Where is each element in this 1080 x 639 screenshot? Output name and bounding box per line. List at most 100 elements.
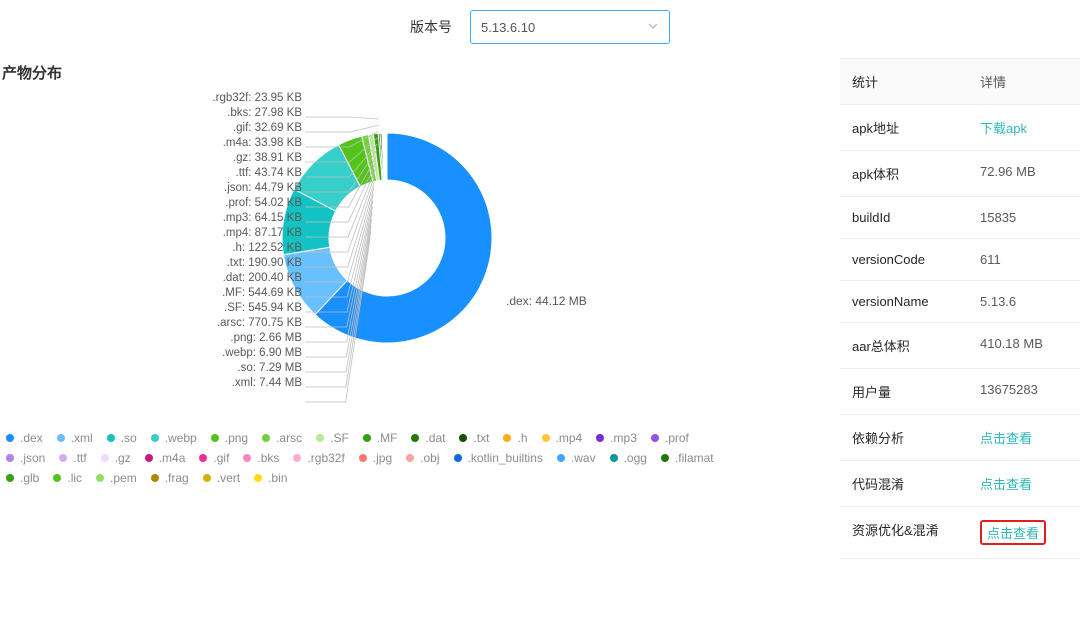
- legend-label: .bin: [268, 471, 287, 485]
- chart-slice-label: .SF: 545.94 KB: [162, 301, 302, 316]
- legend-swatch: [151, 474, 159, 482]
- chart-slice-label: .xml: 7.44 MB: [162, 376, 302, 391]
- chart-main-callout: .dex: 44.12 MB: [506, 294, 587, 308]
- donut-chart: .dex: 44.12 MB .rgb32f: 23.95 KB.bks: 27…: [2, 91, 828, 411]
- legend-item[interactable]: .ttf: [59, 451, 86, 465]
- legend-label: .json: [20, 451, 45, 465]
- stats-row-label: apk地址: [840, 105, 968, 150]
- legend-item[interactable]: .bks: [243, 451, 279, 465]
- legend-swatch: [254, 474, 262, 482]
- stats-table: 统计详情apk地址下载apkapk体积72.96 MBbuildId15835v…: [840, 58, 1080, 559]
- legend-item[interactable]: .kotlin_builtins: [454, 451, 543, 465]
- stats-row-label: apk体积: [840, 151, 968, 196]
- legend-label: .dex: [20, 431, 43, 445]
- legend-item[interactable]: .filamat: [661, 451, 714, 465]
- legend-item[interactable]: .prof: [651, 431, 689, 445]
- stats-row-label: aar总体积: [840, 323, 968, 368]
- chart-slice-label: .gif: 32.69 KB: [162, 121, 302, 136]
- stats-link[interactable]: 点击查看: [980, 477, 1032, 492]
- legend-item[interactable]: .pem: [96, 471, 137, 485]
- legend-item[interactable]: .json: [6, 451, 45, 465]
- legend-item[interactable]: .lic: [53, 471, 82, 485]
- stats-row-value: 72.96 MB: [968, 151, 1080, 196]
- stats-row-label: 代码混淆: [840, 461, 968, 506]
- legend-item[interactable]: .gif: [199, 451, 229, 465]
- legend-item[interactable]: .frag: [151, 471, 189, 485]
- chart-slice-label: .m4a: 33.98 KB: [162, 136, 302, 151]
- legend-item[interactable]: .MF: [363, 431, 398, 445]
- legend-item[interactable]: .wav: [557, 451, 596, 465]
- stats-header: 统计详情: [840, 59, 1080, 105]
- chart-slice-label: .rgb32f: 23.95 KB: [162, 91, 302, 106]
- legend-label: .lic: [67, 471, 82, 485]
- legend-item[interactable]: .vert: [203, 471, 240, 485]
- version-select-value: 5.13.6.10: [481, 20, 535, 35]
- chart-slice-label: .mp3: 64.15 KB: [162, 211, 302, 226]
- stats-row-value: 410.18 MB: [968, 323, 1080, 368]
- stats-link[interactable]: 下载apk: [980, 121, 1027, 136]
- legend-swatch: [6, 454, 14, 462]
- table-row: 资源优化&混淆点击查看: [840, 507, 1080, 559]
- chart-slice-label: .dat: 200.40 KB: [162, 271, 302, 286]
- stats-link[interactable]: 点击查看: [980, 520, 1046, 545]
- legend-item[interactable]: .jpg: [359, 451, 392, 465]
- legend-label: .rgb32f: [307, 451, 344, 465]
- legend-item[interactable]: .arsc: [262, 431, 302, 445]
- table-row: apk地址下载apk: [840, 105, 1080, 151]
- legend-label: .glb: [20, 471, 39, 485]
- legend-label: .SF: [330, 431, 349, 445]
- legend: .dex .xml .so .webp .png .arsc .SF .MF .dat .txt.…: [2, 411, 742, 485]
- legend-label: .wav: [571, 451, 596, 465]
- chart-slice-label: .webp: 6.90 MB: [162, 346, 302, 361]
- legend-item[interactable]: .ogg: [610, 451, 647, 465]
- table-row: versionName5.13.6: [840, 281, 1080, 323]
- legend-item[interactable]: .SF: [316, 431, 349, 445]
- legend-label: .frag: [165, 471, 189, 485]
- legend-label: .m4a: [159, 451, 186, 465]
- legend-item[interactable]: .png: [211, 431, 248, 445]
- stats-link[interactable]: 点击查看: [980, 431, 1032, 446]
- legend-swatch: [316, 434, 324, 442]
- legend-item[interactable]: .obj: [406, 451, 439, 465]
- legend-swatch: [107, 434, 115, 442]
- version-select[interactable]: 5.13.6.10: [470, 10, 670, 44]
- stats-row-value: 点击查看: [968, 415, 1080, 460]
- legend-swatch: [53, 474, 61, 482]
- stats-row-value: 点击查看: [968, 507, 1080, 558]
- chart-slice-label: .gz: 38.91 KB: [162, 151, 302, 166]
- chart-label-stack: .rgb32f: 23.95 KB.bks: 27.98 KB.gif: 32.…: [162, 91, 302, 391]
- legend-item[interactable]: .mp4: [542, 431, 583, 445]
- legend-label: .bks: [257, 451, 279, 465]
- legend-label: .so: [121, 431, 137, 445]
- legend-swatch: [406, 454, 414, 462]
- legend-swatch: [57, 434, 65, 442]
- legend-item[interactable]: .h: [503, 431, 527, 445]
- chart-slice-label: .png: 2.66 MB: [162, 331, 302, 346]
- chart-slice-label: .prof: 54.02 KB: [162, 196, 302, 211]
- stats-row-value: 611: [968, 239, 1080, 280]
- stats-row-label: versionName: [840, 281, 968, 322]
- legend-item[interactable]: .bin: [254, 471, 287, 485]
- legend-item[interactable]: .rgb32f: [293, 451, 344, 465]
- legend-item[interactable]: .gz: [101, 451, 131, 465]
- legend-swatch: [243, 454, 251, 462]
- chart-slice-label: .arsc: 770.75 KB: [162, 316, 302, 331]
- legend-item[interactable]: .webp: [151, 431, 197, 445]
- chart-slice-label: .so: 7.29 MB: [162, 361, 302, 376]
- legend-item[interactable]: .dex: [6, 431, 43, 445]
- legend-item[interactable]: .xml: [57, 431, 93, 445]
- legend-item[interactable]: .txt: [459, 431, 489, 445]
- legend-swatch: [145, 454, 153, 462]
- stats-header-value: 详情: [968, 59, 1080, 104]
- legend-swatch: [59, 454, 67, 462]
- legend-item[interactable]: .mp3: [596, 431, 637, 445]
- table-row: 用户量13675283: [840, 369, 1080, 415]
- legend-swatch: [596, 434, 604, 442]
- legend-item[interactable]: .so: [107, 431, 137, 445]
- legend-swatch: [203, 474, 211, 482]
- chart-slice-label: .MF: 544.69 KB: [162, 286, 302, 301]
- legend-item[interactable]: .dat: [411, 431, 445, 445]
- legend-item[interactable]: .glb: [6, 471, 39, 485]
- stats-header-label: 统计: [840, 59, 968, 104]
- legend-item[interactable]: .m4a: [145, 451, 186, 465]
